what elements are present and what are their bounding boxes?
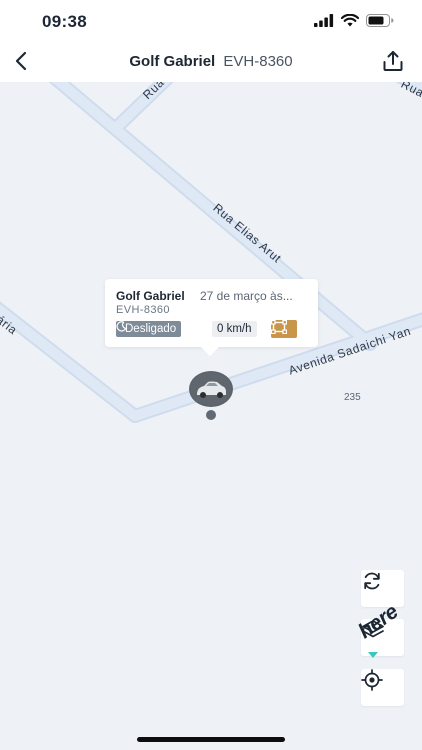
vehicle-marker[interactable] xyxy=(189,371,233,407)
refresh-button[interactable] xyxy=(361,570,404,607)
status-badge-label: Desligado xyxy=(125,323,177,335)
here-logo-accent xyxy=(368,652,378,658)
popup-datetime: 27 de março às... xyxy=(200,289,293,303)
battery-icon xyxy=(366,14,394,32)
title-vehicle-plate: EVH-8360 xyxy=(223,53,293,70)
status-time: 09:38 xyxy=(42,12,87,31)
share-button[interactable] xyxy=(378,48,408,78)
nav-bar: Golf Gabriel EVH-8360 xyxy=(0,44,422,82)
title-vehicle-name: Golf Gabriel xyxy=(129,53,216,70)
signal-icon xyxy=(314,14,334,32)
popup-vehicle-name: Golf Gabriel xyxy=(116,289,185,303)
share-icon xyxy=(381,49,405,78)
wifi-icon xyxy=(340,13,360,32)
vehicle-position-dot xyxy=(206,410,216,420)
status-icons xyxy=(314,13,394,32)
status-bar: 09:38 xyxy=(0,0,422,44)
speed-badge: 0 km/h xyxy=(212,321,257,337)
page-title: Golf Gabriel EVH-8360 xyxy=(0,53,422,70)
locate-button[interactable] xyxy=(361,669,404,706)
alert-badge[interactable] xyxy=(271,320,297,338)
map-view[interactable]: Rua Rua Rua Elias Arut Avenida Sadaichi … xyxy=(0,82,422,750)
building-number: 235 xyxy=(344,392,361,403)
vehicle-popup[interactable]: Golf Gabriel 27 de março às... EVH-8360 … xyxy=(105,279,318,356)
popup-plate: EVH-8360 xyxy=(116,304,170,316)
home-indicator xyxy=(137,737,285,742)
status-badge: Desligado xyxy=(116,321,182,337)
